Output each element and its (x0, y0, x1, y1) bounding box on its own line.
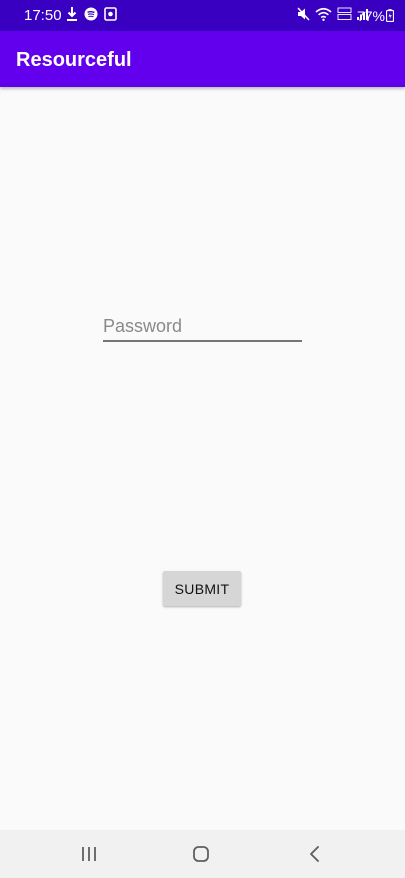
status-bar: 17:50 77% (0, 0, 405, 31)
download-icon (66, 6, 78, 27)
recents-icon[interactable] (77, 842, 101, 866)
status-notification-icons (66, 6, 117, 27)
battery-icon (385, 9, 395, 27)
back-icon[interactable] (303, 842, 327, 866)
navigation-bar (0, 830, 405, 878)
app-title: Resourceful (16, 49, 132, 71)
volte-icon (337, 7, 352, 26)
spotify-icon (84, 7, 98, 26)
submit-button[interactable]: SUBMIT (163, 571, 241, 606)
mute-icon (297, 6, 310, 26)
password-input[interactable] (103, 312, 302, 342)
gallery-icon (104, 6, 117, 26)
status-time: 17:50 (24, 7, 62, 24)
home-icon[interactable] (189, 842, 213, 866)
wifi-icon (315, 7, 332, 26)
app-bar: Resourceful (0, 31, 405, 87)
battery-percentage: 77% (356, 8, 385, 24)
